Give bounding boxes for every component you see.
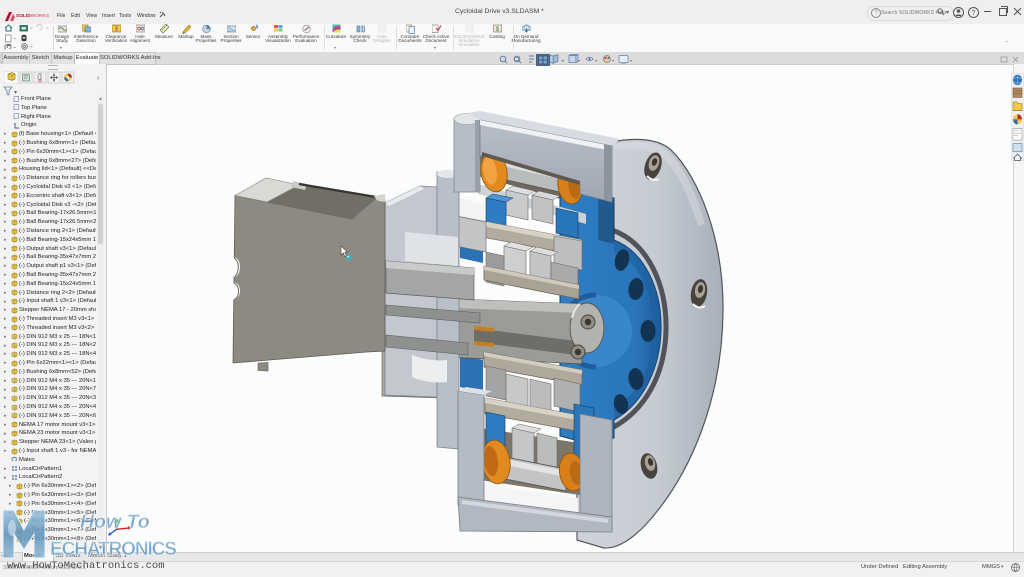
svg-text:▾: ▾: [630, 58, 632, 63]
svg-text:How To: How To: [80, 511, 150, 533]
svg-text:▾: ▾: [578, 58, 580, 63]
svg-text:▾: ▾: [562, 58, 564, 63]
svg-text:▾: ▾: [612, 58, 614, 63]
svg-text:?: ?: [972, 10, 976, 17]
svg-text:›: ›: [97, 75, 100, 82]
svg-text:ECHATRONICS: ECHATRONICS: [50, 539, 176, 560]
svg-text:▾: ▾: [595, 58, 597, 63]
